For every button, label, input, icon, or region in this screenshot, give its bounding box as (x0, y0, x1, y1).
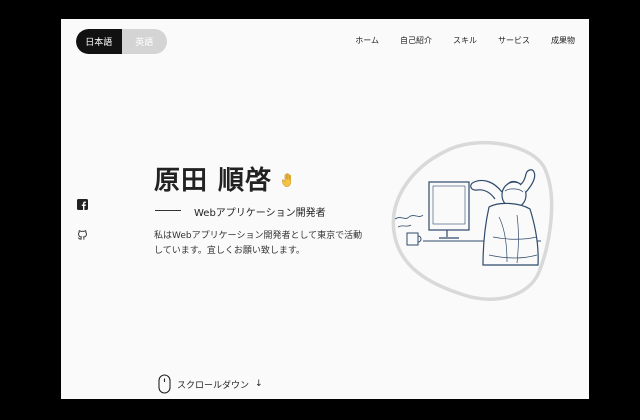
nav-works[interactable]: 成果物 (551, 35, 575, 46)
hero-role: Webアプリケーション開発者 (194, 208, 326, 219)
github-icon[interactable] (77, 229, 88, 240)
lang-japanese-button[interactable]: 日本語 (76, 29, 122, 54)
scroll-down-label: スクロールダウン (177, 380, 250, 391)
main-nav: ホーム 自己紹介 スキル サービス 成果物 (355, 35, 575, 46)
hero-name: 原田 順啓 (154, 166, 273, 196)
nav-about[interactable]: 自己紹介 (400, 35, 432, 46)
hero-description: 私はWebアプリケーション開発者として東京で活動しています。宜しくお願い致します… (154, 231, 363, 256)
role-divider (155, 210, 181, 211)
scroll-down-cue[interactable]: スクロールダウン ↓ (158, 374, 263, 394)
nav-home[interactable]: ホーム (355, 35, 379, 46)
nav-skills[interactable]: スキル (453, 35, 477, 46)
page: 日本語 英語 ホーム 自己紹介 スキル サービス 成果物 原田 順啓 Webアプ… (61, 19, 589, 399)
arrow-down-icon: ↓ (255, 379, 263, 389)
facebook-icon[interactable] (77, 199, 88, 210)
mouse-icon (158, 374, 171, 394)
language-toggle: 日本語 英語 (76, 29, 167, 54)
developer-illustration (391, 140, 554, 301)
waving-hand-icon (281, 173, 291, 188)
lang-english-button[interactable]: 英語 (122, 29, 168, 54)
nav-services[interactable]: サービス (498, 35, 530, 46)
